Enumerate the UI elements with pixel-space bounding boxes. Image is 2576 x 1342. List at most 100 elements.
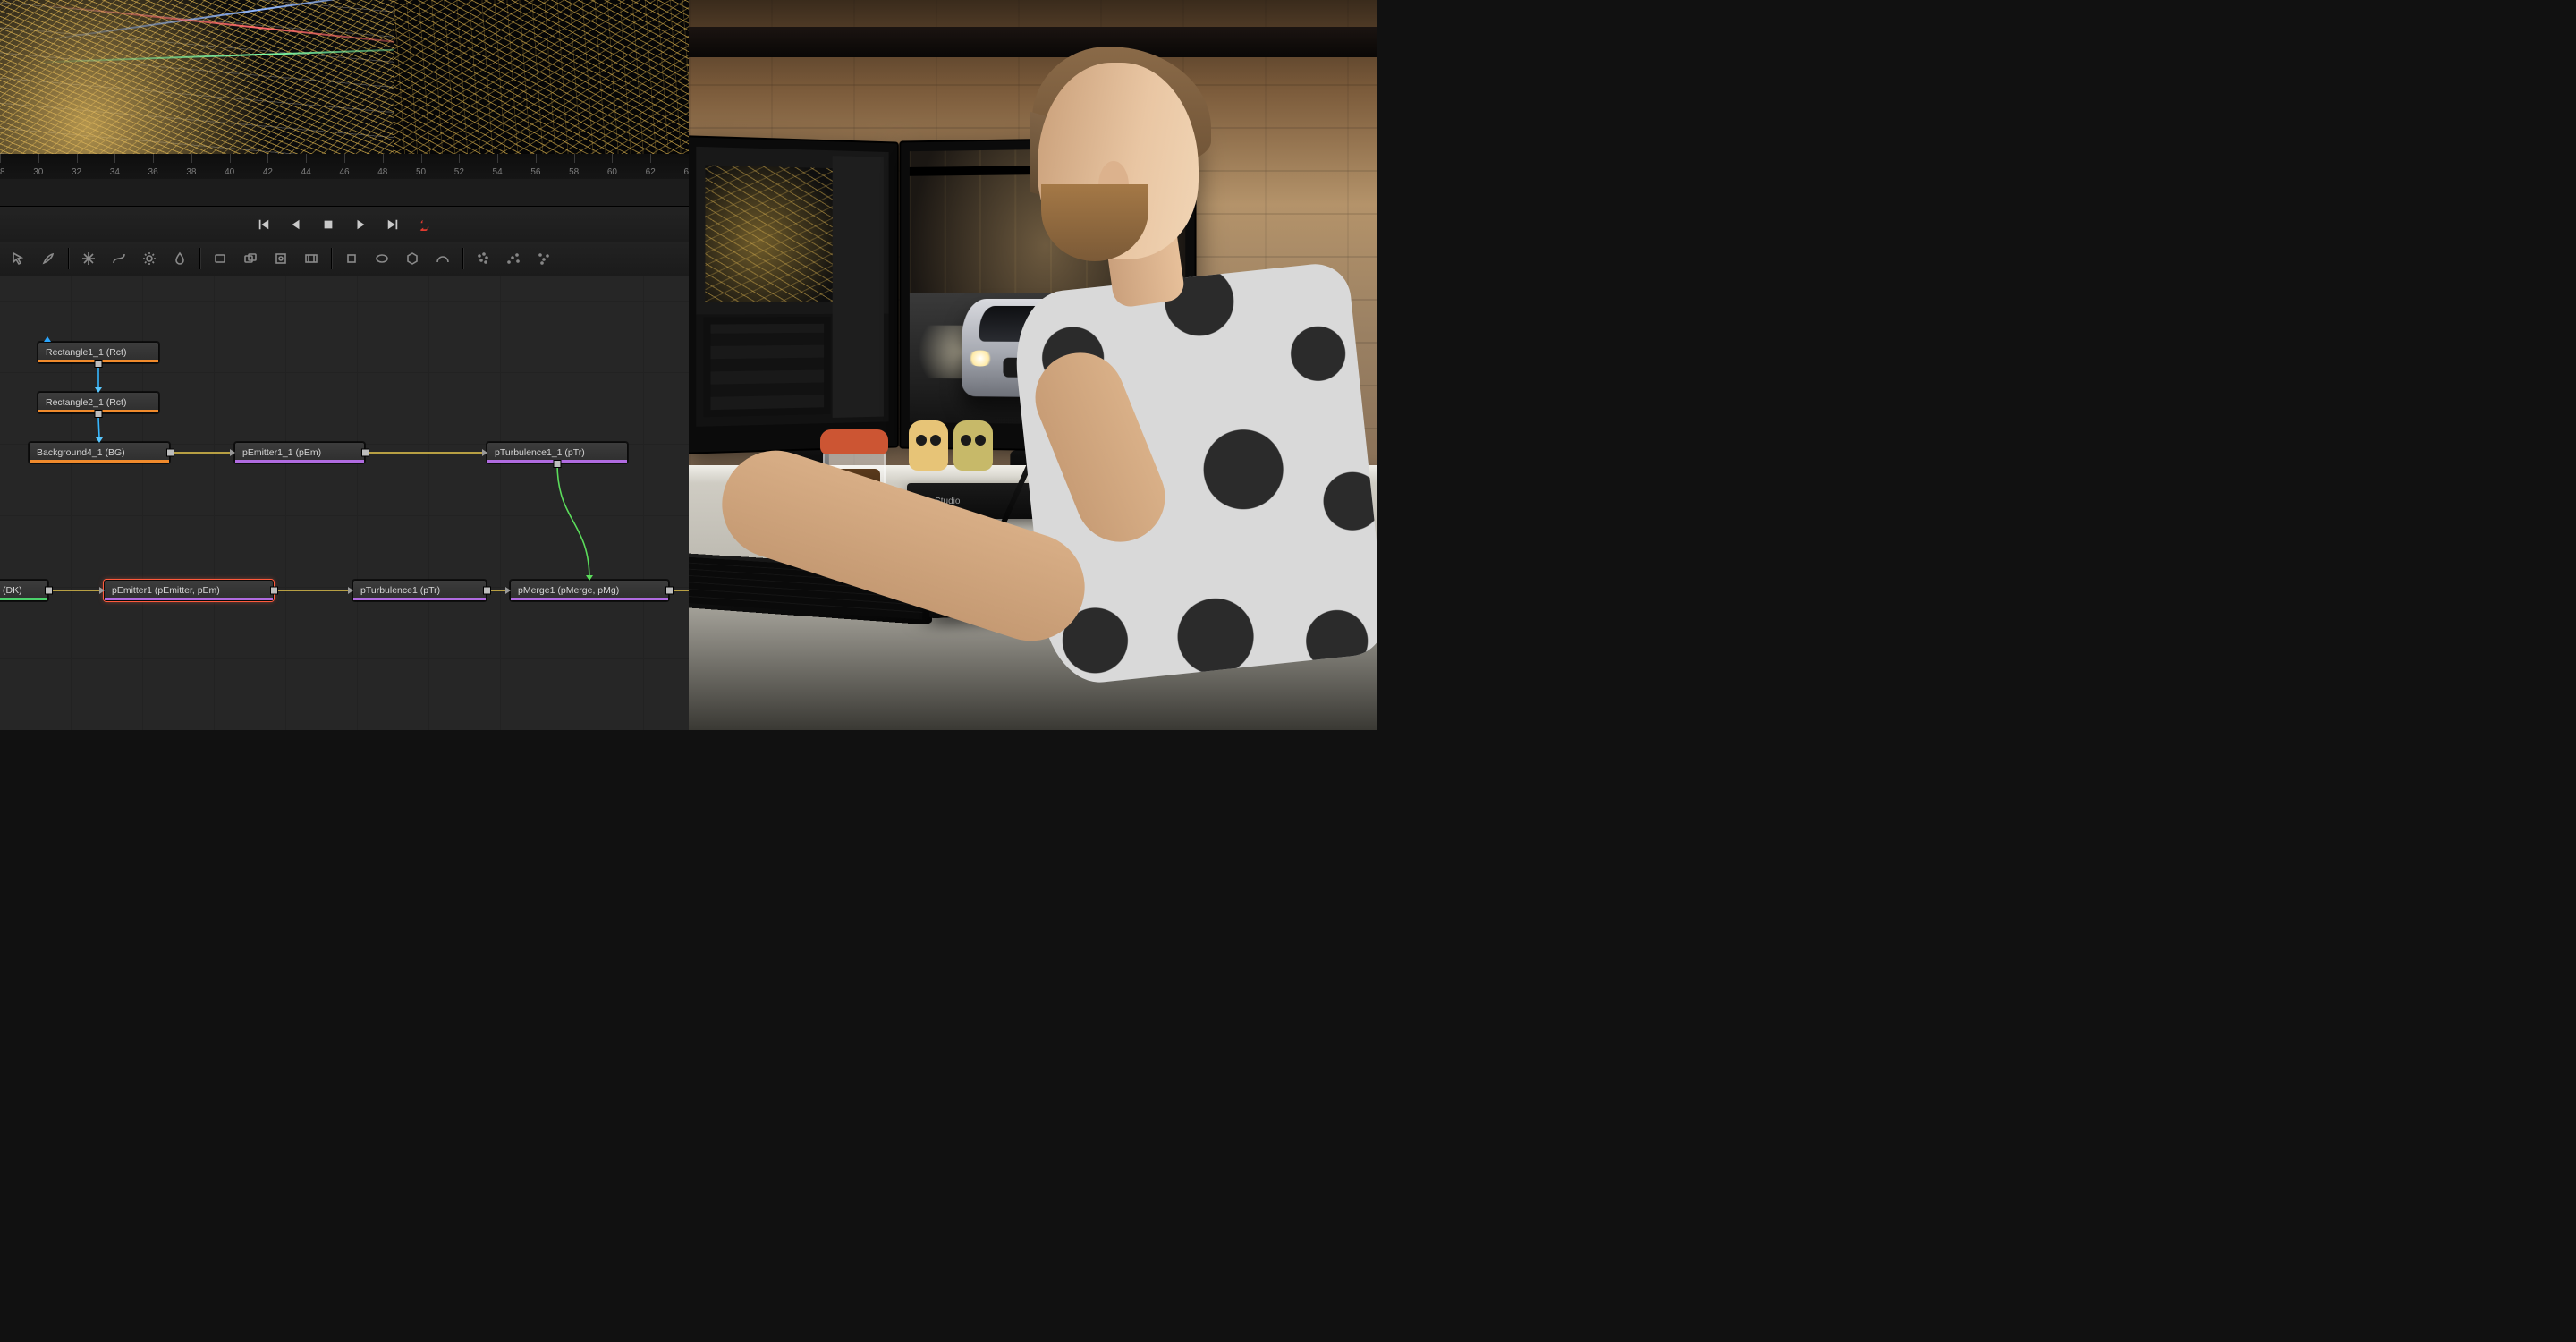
loop-button[interactable] (417, 217, 433, 233)
ruler-tick: 32 (67, 154, 87, 179)
port-icon[interactable] (482, 449, 487, 456)
port-icon[interactable] (270, 587, 278, 595)
tool-curve-icon[interactable] (105, 246, 133, 271)
port-icon[interactable] (361, 449, 369, 457)
ruler-tick: 48 (373, 154, 393, 179)
first-frame-button[interactable] (256, 217, 272, 233)
ruler-tick: 44 (296, 154, 316, 179)
tool-arc-icon[interactable] (428, 246, 457, 271)
monitor-left (689, 135, 899, 454)
ruler-tick: 64 (679, 154, 689, 179)
port-icon[interactable] (348, 587, 353, 594)
toolbar-separator (68, 248, 69, 269)
node-label: pMerge1 (pMerge, pMg) (518, 585, 619, 596)
tool-card-icon[interactable] (206, 246, 234, 271)
transport-controls (0, 206, 689, 243)
port-icon[interactable] (166, 449, 174, 457)
node-label: pEmitter1 (pEmitter, pEm) (112, 585, 220, 596)
tool-frame-icon[interactable] (267, 246, 295, 271)
node-graph[interactable]: Rectangle1_1 (Rct) Rectangle2_1 (Rct) Ba… (0, 276, 689, 730)
wireframe-icon (394, 0, 689, 179)
tool-sparkle-icon[interactable] (74, 246, 103, 271)
tool-sun-icon[interactable] (135, 246, 164, 271)
node-label: Background4_1 (BG) (37, 447, 125, 458)
node-label: pTurbulence1 (pTr) (360, 585, 440, 596)
tool-scatter-icon[interactable] (499, 246, 528, 271)
node-pturbulence1-1[interactable]: pTurbulence1_1 (pTr) (487, 442, 628, 463)
wireframe-icon (0, 0, 394, 179)
tool-dust-icon[interactable] (530, 246, 558, 271)
port-icon[interactable] (45, 587, 53, 595)
tool-pointer-icon[interactable] (4, 246, 32, 271)
tool-cards-icon[interactable] (236, 246, 265, 271)
ruler-tick: 34 (105, 154, 124, 179)
port-icon[interactable] (96, 437, 103, 443)
tri-view-icon (44, 336, 51, 342)
tool-drop-icon[interactable] (165, 246, 194, 271)
ruler-tick: 40 (220, 154, 240, 179)
ruler-tick: 42 (258, 154, 277, 179)
node-color-band (105, 598, 273, 600)
ruler-tick: 52 (449, 154, 469, 179)
node-label: (DK) (3, 585, 22, 596)
port-icon[interactable] (586, 575, 593, 581)
tool-oval-icon[interactable] (368, 246, 396, 271)
play-reverse-button[interactable] (288, 217, 304, 233)
viewer-b[interactable] (394, 0, 689, 179)
node-background4[interactable]: Background4_1 (BG) (29, 442, 170, 463)
tool-hex-icon[interactable] (398, 246, 427, 271)
timeline-ruler[interactable]: 28303234363840424446485052545658606264 (0, 154, 689, 179)
node-dk[interactable]: (DK) (0, 580, 48, 601)
node-label: pTurbulence1_1 (pTr) (495, 447, 585, 458)
tool-frame2-icon[interactable] (297, 246, 326, 271)
port-icon[interactable] (95, 360, 103, 368)
mini-timeline (703, 317, 830, 418)
node-color-band (235, 460, 364, 463)
node-color-band (353, 598, 486, 600)
toolbar-separator (331, 248, 332, 269)
port-icon[interactable] (230, 449, 235, 456)
side-panel (833, 156, 884, 418)
viewer-a[interactable] (0, 0, 394, 179)
node-pemitter1-1[interactable]: pEmitter1_1 (pEm) (234, 442, 365, 463)
ruler-tick: 54 (487, 154, 507, 179)
port-icon[interactable] (99, 587, 105, 594)
tool-crop-icon[interactable] (337, 246, 366, 271)
person (903, 0, 1377, 730)
tool-spray-icon[interactable] (469, 246, 497, 271)
play-button[interactable] (352, 217, 369, 233)
port-icon[interactable] (665, 587, 674, 595)
port-icon[interactable] (505, 587, 511, 594)
node-rectangle1[interactable]: Rectangle1_1 (Rct) (38, 342, 159, 363)
node-label: Rectangle1_1 (Rct) (46, 347, 126, 358)
stop-button[interactable] (320, 217, 336, 233)
node-color-band (0, 598, 47, 600)
node-pmerge1[interactable]: pMerge1 (pMerge, pMg) (510, 580, 669, 601)
ruler-tick: 36 (143, 154, 163, 179)
tool-brush-icon[interactable] (34, 246, 63, 271)
toolbar-separator (199, 248, 200, 269)
ruler-tick: 58 (564, 154, 584, 179)
photo-of-operator: DELL UltraStudio (689, 0, 1377, 730)
node-toolbar (0, 242, 689, 276)
node-label: pEmitter1_1 (pEm) (242, 447, 321, 458)
ruler-tick: 60 (602, 154, 622, 179)
ruler-tick: 46 (335, 154, 354, 179)
port-icon[interactable] (483, 587, 491, 595)
node-pemitter1[interactable]: pEmitter1 (pEmitter, pEm) (104, 580, 274, 601)
ruler-tick: 62 (640, 154, 660, 179)
node-rectangle2[interactable]: Rectangle2_1 (Rct) (38, 392, 159, 413)
node-label: Rectangle2_1 (Rct) (46, 397, 126, 408)
node-color-band (30, 460, 169, 463)
port-icon[interactable] (95, 387, 102, 393)
toolbar-separator (462, 248, 463, 269)
ruler-tick: 28 (0, 154, 10, 179)
node-pturbulence1[interactable]: pTurbulence1 (pTr) (352, 580, 487, 601)
port-icon[interactable] (95, 410, 103, 418)
ruler-tick: 56 (526, 154, 546, 179)
ruler-tick: 50 (411, 154, 431, 179)
last-frame-button[interactable] (385, 217, 401, 233)
node-color-band (511, 598, 668, 600)
port-icon[interactable] (554, 460, 562, 468)
monitor-left-screen (696, 147, 888, 427)
